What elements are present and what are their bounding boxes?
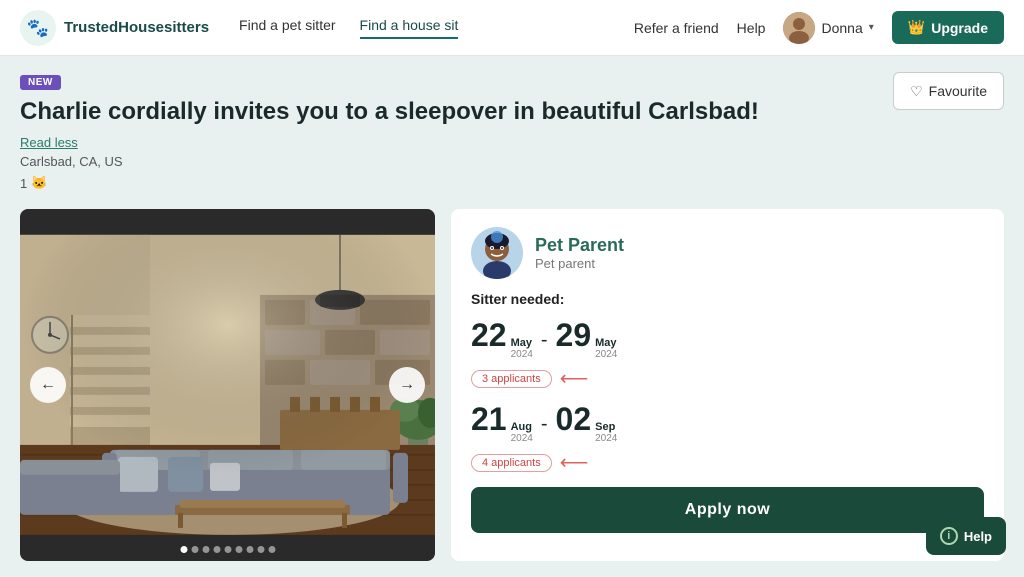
dot-9[interactable] (268, 546, 275, 553)
upgrade-button[interactable]: 👑 Upgrade (892, 11, 1004, 44)
listing-image-container: ← → (20, 209, 435, 561)
pet-icons: 1 🐱 (20, 175, 893, 191)
pet-parent-role: Pet parent (535, 256, 624, 271)
date-range-1-dates: 22 May 2024 - 29 May 2024 (471, 319, 984, 360)
pet-parent-name: Pet Parent (535, 235, 624, 256)
favourite-button[interactable]: ♡ Favourite (893, 72, 1004, 110)
apply-now-button[interactable]: Apply now (471, 487, 984, 533)
pet-parent-avatar (471, 227, 523, 279)
start-month-2: Aug (511, 421, 532, 433)
listing-title: Charlie cordially invites you to a sleep… (20, 96, 893, 127)
user-menu[interactable]: Donna ▾ (783, 12, 873, 44)
dot-4[interactable] (213, 546, 220, 553)
info-icon: i (940, 527, 958, 545)
help-link[interactable]: Help (737, 20, 766, 36)
end-year-2: 2024 (595, 433, 617, 444)
dot-1[interactable] (180, 546, 187, 553)
dot-5[interactable] (224, 546, 231, 553)
dash-1: - (541, 329, 548, 352)
date-range-1: 22 May 2024 - 29 May 2024 3 applic (471, 319, 984, 391)
image-next-button[interactable]: → (389, 367, 425, 403)
start-year-1: 2024 (511, 349, 533, 360)
upgrade-icon: 👑 (908, 19, 925, 36)
end-year-1: 2024 (595, 349, 617, 360)
top-row: NEW Charlie cordially invites you to a s… (20, 72, 1004, 201)
start-month-year-2: Aug 2024 (511, 421, 533, 444)
brand-name: TrustedHousesitters (64, 19, 209, 36)
listing-info: NEW Charlie cordially invites you to a s… (20, 72, 893, 201)
sitter-needed-label: Sitter needed: (471, 291, 984, 307)
date-range-2: 21 Aug 2024 - 02 Sep 2024 4 applic (471, 403, 984, 475)
arrow-indicator-2: ⟵ (560, 450, 589, 475)
nav-right: Refer a friend Help Donna ▾ 👑 Upgrade (634, 11, 1004, 44)
date-range-2-dates: 21 Aug 2024 - 02 Sep 2024 (471, 403, 984, 444)
heart-icon: ♡ (910, 83, 923, 100)
start-day-2: 21 (471, 403, 507, 435)
start-month-1: May (511, 337, 532, 349)
location-text: Carlsbad, CA, US (20, 154, 893, 169)
refer-friend-link[interactable]: Refer a friend (634, 20, 719, 36)
end-day-1: 29 (556, 319, 592, 351)
main-row: ← → (20, 209, 1004, 561)
image-prev-button[interactable]: ← (30, 367, 66, 403)
applicants-badge-2: 4 applicants (471, 454, 552, 472)
pet-parent-info: Pet Parent Pet parent (535, 235, 624, 271)
applicants-row-2: 4 applicants ⟵ (471, 450, 984, 475)
help-floating-button[interactable]: i Help (926, 517, 1006, 555)
content-area: NEW Charlie cordially invites you to a s… (0, 56, 1024, 577)
end-month-year-2: Sep 2024 (595, 421, 617, 444)
logo[interactable]: 🐾 TrustedHousesitters (20, 10, 209, 46)
pet-count: 1 (20, 176, 27, 191)
booking-panel: Pet Parent Pet parent Sitter needed: 22 … (451, 209, 1004, 561)
nav-find-housesit[interactable]: Find a house sit (360, 17, 459, 39)
avatar (783, 12, 815, 44)
applicants-badge-1: 3 applicants (471, 370, 552, 388)
listing-image (20, 209, 435, 561)
end-day-2: 02 (556, 403, 592, 435)
end-month-2: Sep (595, 421, 615, 433)
new-badge: NEW (20, 75, 61, 90)
favourite-label: Favourite (929, 83, 987, 99)
end-month-1: May (595, 337, 616, 349)
dash-2: - (541, 413, 548, 436)
pet-parent-row: Pet Parent Pet parent (471, 227, 984, 279)
read-less-link[interactable]: Read less (20, 135, 893, 150)
dot-3[interactable] (202, 546, 209, 553)
start-month-year-1: May 2024 (511, 337, 533, 360)
help-label: Help (964, 529, 992, 544)
favourite-area: ♡ Favourite (893, 72, 1004, 110)
svg-text:🐾: 🐾 (27, 18, 49, 38)
dot-8[interactable] (257, 546, 264, 553)
arrow-indicator-1: ⟵ (560, 366, 589, 391)
chevron-down-icon: ▾ (869, 22, 874, 33)
applicants-row-1: 3 applicants ⟵ (471, 366, 984, 391)
nav-find-sitter[interactable]: Find a pet sitter (239, 17, 336, 39)
navbar: 🐾 TrustedHousesitters Find a pet sitter … (0, 0, 1024, 56)
dot-2[interactable] (191, 546, 198, 553)
dot-7[interactable] (246, 546, 253, 553)
user-name: Donna (821, 20, 862, 36)
cat-icon: 🐱 (31, 175, 47, 191)
start-day-1: 22 (471, 319, 507, 351)
logo-icon: 🐾 (20, 10, 56, 46)
nav-links: Find a pet sitter Find a house sit (239, 17, 634, 39)
start-year-2: 2024 (511, 433, 533, 444)
end-month-year-1: May 2024 (595, 337, 617, 360)
upgrade-label: Upgrade (931, 20, 988, 36)
dot-6[interactable] (235, 546, 242, 553)
image-dots (180, 546, 275, 553)
